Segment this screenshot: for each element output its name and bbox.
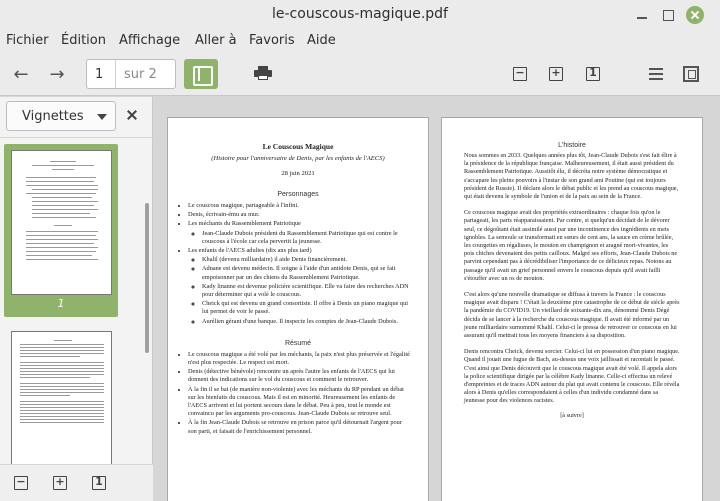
list-item: Khalil (devenu milliardaire) il aide Den… [202, 256, 410, 264]
zoom-in-icon[interactable]: + [549, 66, 563, 81]
sidebar: Vignettes 1 − + 1 [0, 97, 153, 501]
list-item: Aurélien gérant d'une banque. Il inspect… [202, 318, 410, 326]
menu-aide[interactable]: Aide [307, 33, 336, 48]
document-date: 28 juin 2021 [281, 170, 315, 177]
zoom-out-icon[interactable]: − [14, 475, 28, 490]
maximize-icon[interactable] [660, 7, 676, 23]
paragraph: Nous sommes en 2033. Quelques années plu… [464, 152, 679, 201]
list-item: Les enfants de l'AECS adultes (dix ans p… [188, 247, 410, 326]
window-title: le-couscous-magique.pdf [272, 6, 448, 22]
page-field-divider [115, 60, 116, 88]
paragraph: Denis rencontra Cheick, devenu sorcier. … [464, 348, 680, 405]
forward-arrow-icon[interactable]: → [46, 64, 68, 85]
presentation-icon[interactable] [683, 66, 699, 82]
total-pages: sur 2 [124, 67, 157, 82]
continued-label: [à suivre] [560, 411, 584, 419]
list-item: Denis, écrivain-ému au mur. [188, 211, 410, 219]
minimize-icon[interactable] [634, 7, 650, 23]
list-item: Les méchants du Rassemblement Patriotiqu… [188, 220, 410, 246]
paragraph: Ce couscous magique avait des propriétés… [464, 209, 678, 282]
menu-favoris[interactable]: Favoris [249, 33, 295, 48]
list-item: Adnane est devenu médecin. Il soigne à l… [202, 265, 410, 281]
chevron-down-icon [97, 114, 107, 120]
list-item: Cheick qui est devenu un grand consortis… [202, 300, 410, 316]
zoom-fit-icon[interactable]: 1 [92, 475, 106, 490]
list-item: Le couscous magique a été volé par les m… [188, 351, 410, 367]
menu-affichage[interactable]: Affichage [119, 33, 180, 48]
pdf-page-2: L'histoire Nous sommes en 2033. Quelques… [441, 117, 703, 501]
section-heading: Résumé [284, 339, 312, 347]
zoom-fit-icon[interactable]: 1 [586, 66, 600, 81]
zoom-in-icon[interactable]: + [53, 475, 67, 490]
document-title: Le Couscous Magique [262, 142, 334, 151]
sidebar-view-select[interactable]: Vignettes [6, 101, 116, 131]
menu-aller-a[interactable]: Aller à [195, 33, 237, 48]
divider [0, 137, 153, 138]
list-item: Jean-Claude Dubois président du Rassembl… [202, 230, 410, 246]
current-page[interactable]: 1 [95, 67, 103, 82]
sidebar-scrollbar[interactable] [145, 203, 149, 353]
title-bar: le-couscous-magique.pdf [0, 0, 720, 30]
thumbnail-page-2[interactable] [11, 331, 112, 476]
list-item: Denis (détective bénévole) rencontre un … [188, 368, 410, 384]
section-heading: L'histoire [558, 142, 586, 149]
close-window-icon[interactable] [686, 6, 704, 24]
pdf-page-1: Le Couscous Magique (Histoire pour l'ann… [167, 117, 429, 501]
zoom-out-icon[interactable]: − [513, 66, 527, 81]
list-item: À la fin Jean-Claude Dubois se retrouve … [188, 419, 410, 435]
paragraph: C'est alors qu'une nouvelle dramatique s… [464, 291, 680, 340]
summary-list: Le couscous magique a été volé par les m… [168, 351, 428, 436]
list-item: À la fin il se bat (de manière non-viole… [188, 386, 410, 419]
thumbnail-page-number: 1 [57, 297, 65, 310]
characters-list: Le couscous magique, partageable à l'inf… [168, 202, 428, 326]
close-sidebar-icon[interactable] [125, 108, 139, 122]
list-item: Kady linanne est devenue policière scien… [202, 283, 410, 299]
document-view[interactable]: Le Couscous Magique (Histoire pour l'ann… [154, 97, 720, 501]
sidebar-view-label: Vignettes [22, 109, 84, 124]
thumbnail-page-1[interactable] [11, 150, 112, 295]
menu-bar: Fichier Édition Affichage Aller à Favori… [0, 30, 720, 52]
hamburger-icon[interactable] [649, 68, 663, 83]
document-subtitle: (Histoire pour l'anniversaire de Denis, … [211, 155, 385, 162]
list-item: Le couscous magique, partageable à l'inf… [188, 202, 410, 210]
toolbar: ← → 1 sur 2 − + 1 [0, 52, 720, 96]
sidebar-toggle-button[interactable] [184, 59, 218, 89]
page-number-field[interactable]: 1 sur 2 [86, 59, 176, 89]
back-arrow-icon[interactable]: ← [10, 64, 32, 85]
menu-fichier[interactable]: Fichier [6, 33, 49, 48]
sidebar-footer: − + 1 [0, 464, 153, 501]
section-heading: Personnages [277, 191, 319, 198]
menu-edition[interactable]: Édition [61, 33, 106, 48]
printer-icon[interactable] [254, 66, 272, 80]
